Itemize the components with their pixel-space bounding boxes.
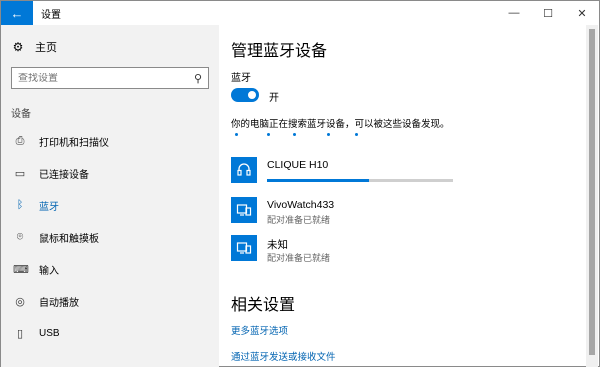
sidebar-item-autoplay[interactable]: ◎ 自动播放 — [1, 285, 219, 317]
printer-icon: ⎙ — [15, 134, 25, 147]
progress-dot — [235, 133, 238, 136]
search-input[interactable] — [18, 72, 194, 84]
bluetooth-label: 蓝牙 — [231, 73, 251, 84]
back-arrow-icon: ← — [10, 5, 24, 21]
sidebar: ⚙ 主页 ⚲ 设备 ⎙ 打印机和扫描仪 ▭ 已连接设备 ᛒ 蓝牙 ⌾ 鼠标和触摸… — [1, 25, 219, 367]
sidebar-item-label: 鼠标和触摸板 — [39, 233, 99, 245]
progress-dot — [267, 133, 270, 136]
title-bar: ← 设置 — ☐ ✕ — [1, 1, 599, 25]
related-settings-title: 相关设置 — [231, 297, 296, 314]
device-clique-h10[interactable]: CLIQUE H10 — [231, 157, 471, 191]
nav-list: ⎙ 打印机和扫描仪 ▭ 已连接设备 ᛒ 蓝牙 ⌾ 鼠标和触摸板 ⌨ 输入 ◎ 自… — [1, 125, 219, 349]
autoplay-icon: ◎ — [15, 295, 25, 308]
sidebar-item-printers[interactable]: ⎙ 打印机和扫描仪 — [1, 125, 219, 157]
back-button[interactable]: ← — [1, 1, 33, 25]
scrollbar-thumb[interactable] — [589, 29, 595, 355]
sidebar-item-usb[interactable]: ▯ USB — [1, 317, 219, 349]
bluetooth-icon: ᛒ — [16, 199, 24, 211]
connected-devices-icon: ▭ — [14, 167, 26, 180]
sidebar-item-mouse[interactable]: ⌾ 鼠标和触摸板 — [1, 221, 219, 253]
toggle-state-label: 开 — [269, 93, 279, 104]
search-icon[interactable]: ⚲ — [194, 72, 202, 85]
progress-dot — [355, 133, 358, 136]
page-title: 管理蓝牙设备 — [231, 43, 328, 60]
main-content: 管理蓝牙设备 蓝牙 开 你的电脑正在搜索蓝牙设备，可以被这些设备发现。 CLIQ… — [219, 25, 585, 367]
device-name: CLIQUE H10 — [267, 159, 329, 171]
sidebar-item-label: USB — [39, 327, 60, 339]
section-label: 设备 — [11, 109, 31, 120]
toggle-knob — [248, 91, 256, 99]
keyboard-icon: ⌨ — [13, 263, 29, 276]
send-receive-files-link[interactable]: 通过蓝牙发送或接收文件 — [231, 349, 336, 363]
scrollbar[interactable] — [586, 25, 598, 367]
device-icon — [231, 235, 257, 261]
device-status: 配对准备已就绪 — [267, 215, 331, 225]
window-controls: — ☐ ✕ — [497, 1, 599, 25]
window-title: 设置 — [41, 10, 61, 21]
sidebar-item-label: 自动播放 — [39, 297, 79, 309]
device-vivowatch433[interactable]: VivoWatch433 配对准备已就绪 — [231, 197, 471, 231]
more-bluetooth-options-link[interactable]: 更多蓝牙选项 — [231, 323, 288, 337]
sidebar-item-bluetooth[interactable]: ᛒ 蓝牙 — [1, 189, 219, 221]
sidebar-item-connected-devices[interactable]: ▭ 已连接设备 — [1, 157, 219, 189]
sidebar-item-label: 输入 — [39, 265, 59, 277]
pairing-progress-bar — [267, 179, 453, 182]
minimize-button[interactable]: — — [497, 1, 531, 25]
searching-text: 你的电脑正在搜索蓝牙设备，可以被这些设备发现。 — [231, 119, 450, 130]
progress-dot — [293, 133, 296, 136]
close-button[interactable]: ✕ — [565, 1, 599, 25]
sidebar-item-label: 打印机和扫描仪 — [39, 137, 109, 149]
search-box[interactable]: ⚲ — [11, 67, 209, 89]
settings-window: ← 设置 — ☐ ✕ ⚙ 主页 ⚲ 设备 ⎙ 打印机和扫描仪 ▭ 已连接设备 — [0, 0, 600, 367]
device-status: 配对准备已就绪 — [267, 253, 331, 263]
sidebar-item-label: 已连接设备 — [39, 169, 89, 181]
headset-icon — [231, 157, 257, 183]
bluetooth-toggle[interactable] — [231, 88, 259, 102]
home-nav-item[interactable]: ⚙ 主页 — [11, 39, 57, 55]
usb-icon: ▯ — [16, 327, 24, 340]
device-icon — [231, 197, 257, 223]
progress-fill — [267, 179, 370, 182]
sidebar-item-label: 蓝牙 — [39, 201, 59, 213]
home-label: 主页 — [35, 42, 57, 54]
gear-icon: ⚙ — [12, 40, 24, 54]
device-name: 未知 — [267, 239, 288, 251]
device-name: VivoWatch433 — [267, 199, 335, 211]
searching-progress-dots — [231, 133, 451, 137]
mouse-icon: ⌾ — [16, 230, 24, 243]
progress-dot — [327, 133, 330, 136]
sidebar-item-typing[interactable]: ⌨ 输入 — [1, 253, 219, 285]
maximize-button[interactable]: ☐ — [531, 1, 565, 25]
device-unknown[interactable]: 未知 配对准备已就绪 — [231, 235, 471, 269]
